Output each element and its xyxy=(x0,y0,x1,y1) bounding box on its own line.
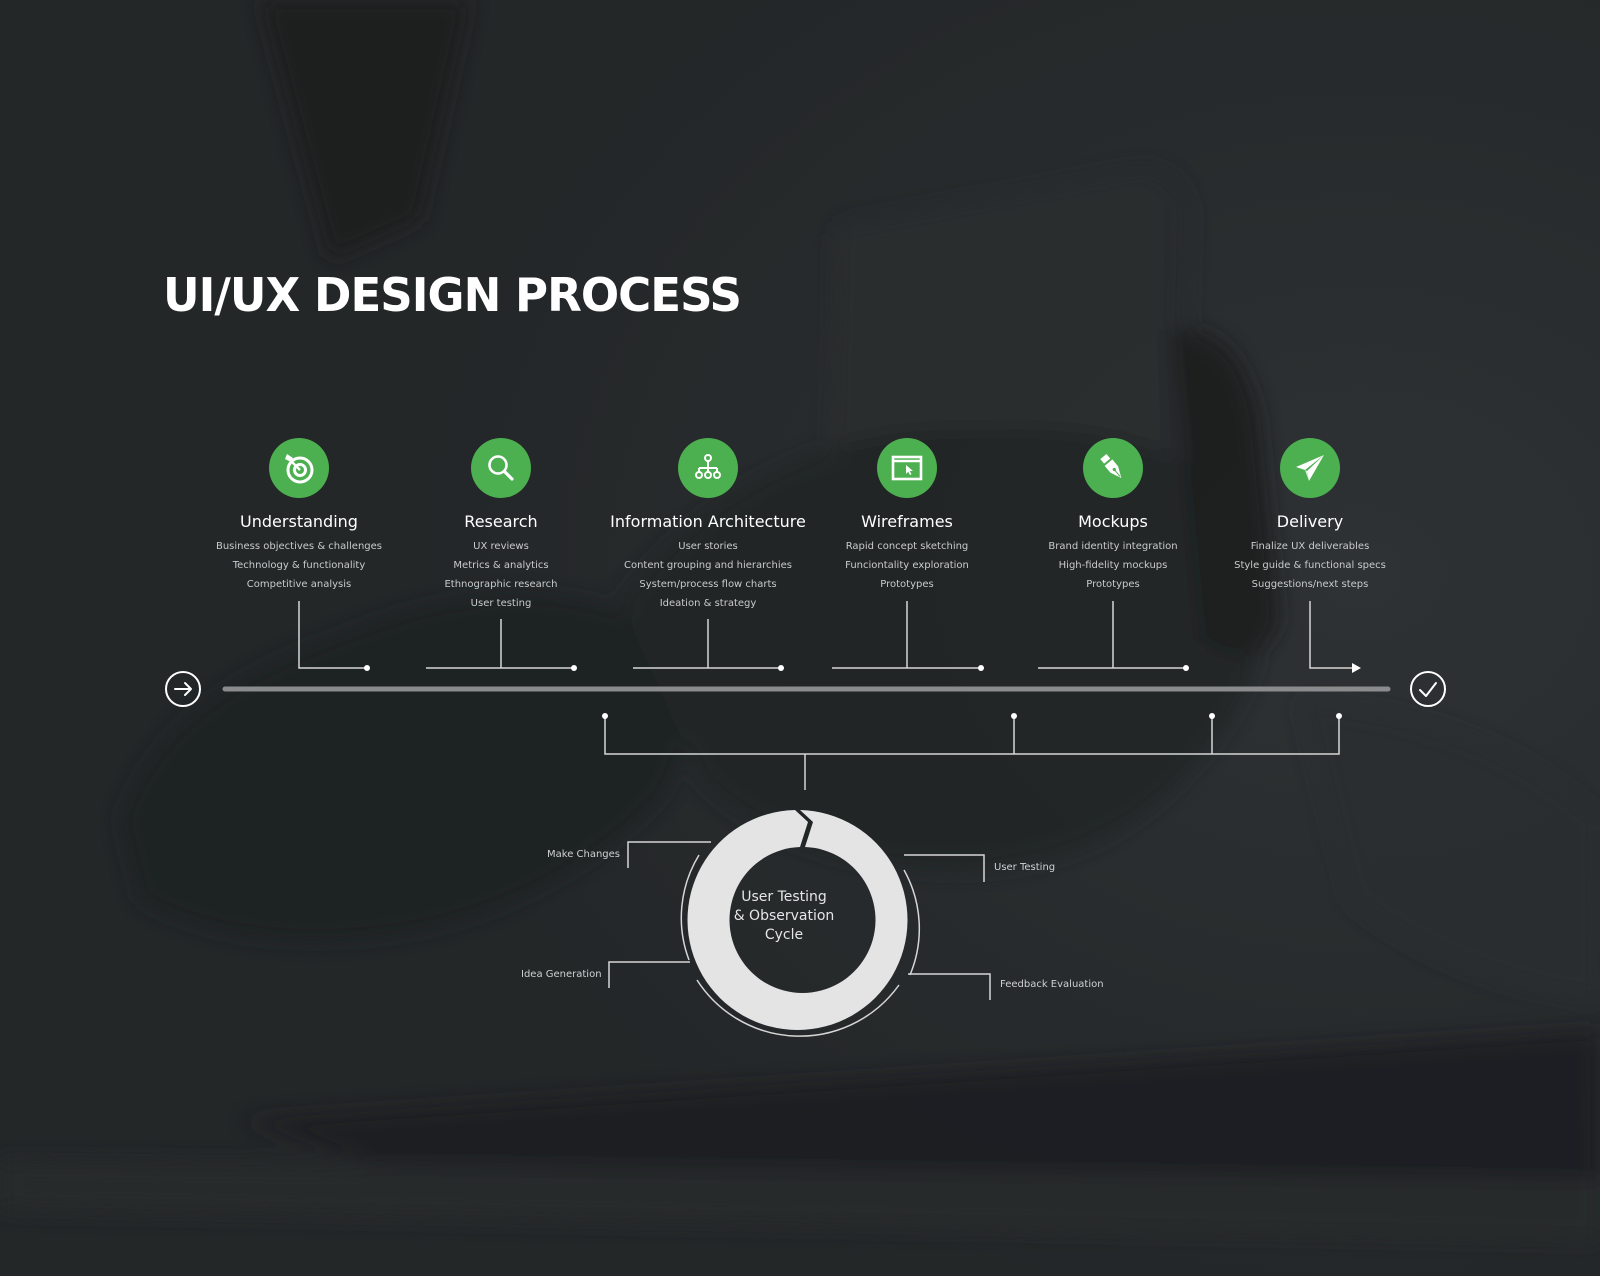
connector-mockups xyxy=(1038,601,1186,669)
connector-understanding xyxy=(298,601,367,669)
leader-idea-generation xyxy=(608,961,690,988)
cycle-label-make-changes: Make Changes xyxy=(547,849,621,860)
cycle-title: User Testing & Observation Cycle xyxy=(714,888,854,945)
connector-delivery xyxy=(1309,601,1352,669)
leader-user-testing xyxy=(904,854,985,882)
connector-dot xyxy=(364,665,370,671)
check-circle-icon xyxy=(1410,671,1446,707)
bracket-dot xyxy=(602,713,608,719)
connector-dot xyxy=(778,665,784,671)
connector-dot xyxy=(978,665,984,671)
cycle-title-line: User Testing xyxy=(741,889,827,905)
bracket-dot xyxy=(1011,713,1017,719)
bracket-dot xyxy=(1336,713,1342,719)
connector-research xyxy=(426,619,574,669)
cycle-label-idea-generation: Idea Generation xyxy=(521,969,602,980)
leader-feedback-evaluation xyxy=(908,973,991,1000)
connector-dot xyxy=(571,665,577,671)
bracket-dot xyxy=(1209,713,1215,719)
cycle-title-line: Cycle xyxy=(764,927,804,943)
cycle-label-feedback-evaluation: Feedback Evaluation xyxy=(1000,979,1104,990)
arrowhead-icon xyxy=(1352,663,1361,673)
connector-dot xyxy=(1183,665,1189,671)
cycle-label-user-testing: User Testing xyxy=(994,862,1056,873)
process-diagram xyxy=(165,601,1446,1037)
arrow-right-circle-icon xyxy=(165,671,201,707)
connector-wireframes xyxy=(832,601,981,669)
cycle-title-line: & Observation xyxy=(733,908,835,924)
connector-information-architecture xyxy=(633,619,781,669)
feedback-bracket xyxy=(604,716,1340,790)
